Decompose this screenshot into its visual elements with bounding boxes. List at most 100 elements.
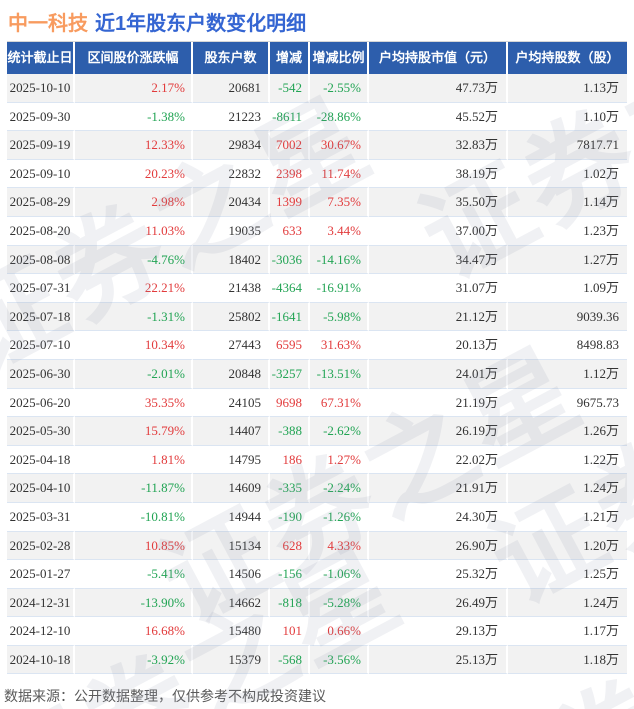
avg-shares-cell: 1.13万 [508, 74, 627, 103]
date-cell: 2025-07-18 [7, 302, 75, 332]
avg-market-value-cell: 21.91万 [369, 474, 508, 503]
avg-market-value-cell: 29.13万 [369, 617, 508, 646]
avg-shares-cell: 8498.83 [508, 331, 627, 360]
table-body: 2025-10-10 2.17% 20681 -542 -2.55% 47.73万 1.13… [7, 74, 627, 675]
holders-delta-cell: -156 [270, 560, 310, 589]
holders-delta-cell: -568 [270, 645, 310, 675]
delta-ratio-cell: 30.67% [310, 131, 369, 160]
delta-ratio-cell: -2.55% [310, 74, 369, 103]
holders-count-cell: 20434 [193, 188, 270, 217]
price-change-cell: 15.79% [75, 417, 193, 446]
holders-delta-cell: 628 [270, 531, 310, 561]
delta-ratio-cell: 3.44% [310, 216, 369, 246]
avg-shares-cell: 1.22万 [508, 446, 627, 475]
holders-count-cell: 24105 [193, 388, 270, 418]
avg-market-value-cell: 35.50万 [369, 188, 508, 217]
date-cell: 2025-09-10 [7, 159, 75, 189]
holders-count-cell: 14407 [193, 417, 270, 446]
holders-count-cell: 19035 [193, 216, 270, 246]
avg-shares-cell: 1.23万 [508, 217, 627, 246]
avg-shares-cell: 1.09万 [508, 274, 627, 303]
column-header: 股东户数 [193, 42, 270, 74]
date-cell: 2025-10-10 [7, 74, 75, 103]
holders-delta-cell: -8611 [270, 102, 310, 132]
date-cell: 2025-03-31 [7, 502, 75, 532]
table-row: 2024-12-10 16.68% 15480 101 0.66% 29.13万 1.17万 [7, 617, 627, 646]
price-change-cell: -13.90% [75, 588, 193, 618]
avg-shares-cell: 1.02万 [508, 160, 627, 189]
date-cell: 2025-05-30 [7, 417, 75, 446]
delta-ratio-cell: 11.74% [310, 159, 369, 189]
avg-market-value-cell: 31.07万 [369, 274, 508, 303]
price-change-cell: 16.68% [75, 617, 193, 646]
price-change-cell: -4.76% [75, 245, 193, 275]
price-change-cell: -3.92% [75, 645, 193, 675]
date-cell: 2025-07-31 [7, 274, 75, 303]
holders-count-cell: 20848 [193, 359, 270, 389]
delta-ratio-cell: -1.06% [310, 560, 369, 589]
avg-shares-cell: 1.24万 [508, 589, 627, 618]
holders-table-wrapper: 统计截止日 区间股价涨跌幅 股东户数 增减 增减比例 户均持股市值（元） 户均持股数（股） … [7, 41, 627, 675]
avg-shares-cell: 1.25万 [508, 560, 627, 589]
holders-delta-cell: -542 [270, 74, 310, 103]
table-row: 2025-09-30 -1.38% 21223 -8611 -28.86% 45.52万 1… [7, 102, 627, 132]
delta-ratio-cell: -2.24% [310, 474, 369, 503]
date-cell: 2025-07-10 [7, 331, 75, 360]
holders-count-cell: 20681 [193, 74, 270, 103]
avg-market-value-cell: 25.13万 [369, 645, 508, 675]
date-cell: 2024-10-18 [7, 645, 75, 675]
date-cell: 2025-08-20 [7, 216, 75, 246]
avg-market-value-cell: 24.30万 [369, 502, 508, 532]
holders-delta-cell: -818 [270, 588, 310, 618]
avg-shares-cell: 1.20万 [508, 532, 627, 561]
price-change-cell: -11.87% [75, 474, 193, 503]
delta-ratio-cell: -14.16% [310, 245, 369, 275]
holders-delta-cell: -4364 [270, 274, 310, 303]
date-cell: 2025-02-28 [7, 531, 75, 561]
avg-shares-cell: 7817.71 [508, 131, 627, 160]
holders-count-cell: 29834 [193, 131, 270, 160]
delta-ratio-cell: -1.26% [310, 502, 369, 532]
avg-shares-cell: 9039.36 [508, 303, 627, 332]
delta-ratio-cell: -5.28% [310, 588, 369, 618]
holders-count-cell: 15134 [193, 531, 270, 561]
report-title: 近1年股东户数变化明细 [95, 13, 307, 35]
table-row: 2025-07-31 22.21% 21438 -4364 -16.91% 31.07万 1… [7, 274, 627, 303]
price-change-cell: -1.38% [75, 102, 193, 132]
price-change-cell: 10.85% [75, 531, 193, 561]
price-change-cell: -2.01% [75, 359, 193, 389]
holders-delta-cell: -388 [270, 417, 310, 446]
price-change-cell: -5.41% [75, 560, 193, 589]
avg-shares-cell: 1.27万 [508, 246, 627, 275]
holders-delta-cell: -3036 [270, 245, 310, 275]
avg-shares-cell: 9675.73 [508, 389, 627, 418]
holders-count-cell: 14795 [193, 445, 270, 475]
delta-ratio-cell: 0.66% [310, 617, 369, 646]
price-change-cell: 10.34% [75, 331, 193, 360]
holders-delta-cell: 101 [270, 617, 310, 646]
delta-ratio-cell: -13.51% [310, 359, 369, 389]
holders-delta-cell: -3257 [270, 359, 310, 389]
holders-count-cell: 14609 [193, 474, 270, 503]
avg-shares-cell: 1.24万 [508, 474, 627, 503]
price-change-cell: 22.21% [75, 274, 193, 303]
avg-market-value-cell: 37.00万 [369, 216, 508, 246]
date-cell: 2025-09-30 [7, 102, 75, 132]
date-cell: 2025-06-30 [7, 359, 75, 389]
table-row: 2025-08-29 2.98% 20434 1399 7.35% 35.50万 1.14万 [7, 188, 627, 217]
column-header: 增减 [270, 42, 310, 74]
holders-count-cell: 27443 [193, 331, 270, 360]
holders-count-cell: 14662 [193, 588, 270, 618]
avg-shares-cell: 1.17万 [508, 617, 627, 646]
avg-market-value-cell: 26.49万 [369, 588, 508, 618]
date-cell: 2025-08-29 [7, 188, 75, 217]
table-row: 2025-08-20 11.03% 19035 633 3.44% 37.00万 1.23万 [7, 216, 627, 246]
holders-count-cell: 14506 [193, 560, 270, 589]
delta-ratio-cell: -3.56% [310, 645, 369, 675]
holders-count-cell: 15480 [193, 617, 270, 646]
avg-market-value-cell: 21.12万 [369, 302, 508, 332]
table-row: 2025-05-30 15.79% 14407 -388 -2.62% 26.19万 1.2… [7, 417, 627, 446]
table-row: 2024-10-18 -3.92% 15379 -568 -3.56% 25.13万 1.1… [7, 645, 627, 675]
holders-delta-cell: 633 [270, 216, 310, 246]
holders-delta-cell: 186 [270, 445, 310, 475]
